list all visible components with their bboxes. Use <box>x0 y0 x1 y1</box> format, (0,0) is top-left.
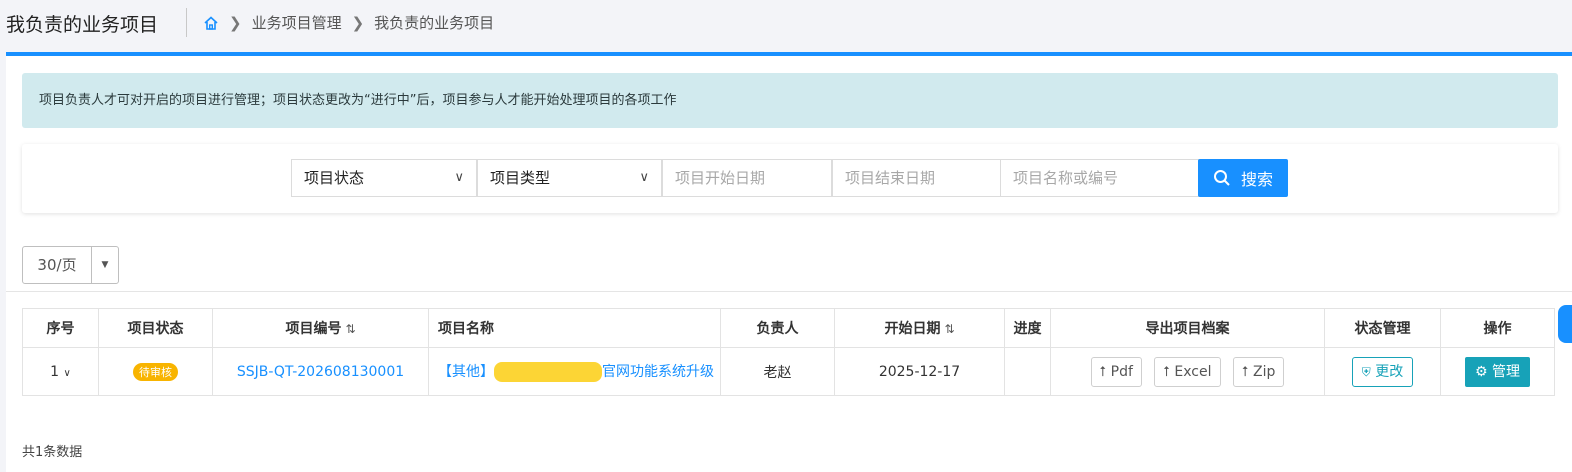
sort-icon[interactable]: ⇅ <box>944 322 954 336</box>
search-button[interactable]: 搜索 <box>1198 159 1288 197</box>
page-size-select[interactable]: 30/页 ▼ <box>22 246 119 284</box>
status-cell: 待审核 <box>98 347 213 396</box>
breadcrumb-item-current: 我负责的业务项目 <box>374 14 495 32</box>
status-select[interactable]: 项目状态 ∨ <box>291 159 477 197</box>
page-size-value: 30/页 <box>23 247 92 283</box>
start-date-cell: 2025-12-17 <box>834 347 1005 396</box>
export-icon: ⭡ <box>1099 363 1107 380</box>
home-icon[interactable] <box>203 15 219 31</box>
actions-cell: ⚙ 管理 <box>1440 347 1555 396</box>
col-status-manage: 状态管理 <box>1324 308 1441 348</box>
caret-down-icon[interactable]: ▼ <box>92 247 118 283</box>
export-zip-button[interactable]: ⭡ Zip <box>1232 356 1285 387</box>
end-date-input[interactable]: 项目结束日期 <box>832 159 1001 197</box>
col-name: 项目名称 <box>428 308 721 348</box>
chevron-right-icon: ❯ <box>351 13 365 32</box>
top-bar: 我负责的业务项目 ❯ 业务项目管理 ❯ 我负责的业务项目 <box>0 0 1572 46</box>
breadcrumb-item-project-management[interactable]: 业务项目管理 <box>252 12 342 33</box>
status-manage-cell: ⛨ 更改 <box>1324 347 1441 396</box>
col-status: 项目状态 <box>98 308 213 348</box>
col-code[interactable]: 项目编号 ⇅ <box>212 308 429 348</box>
shield-icon: ⛨ <box>1361 364 1371 379</box>
owner-cell: 老赵 <box>720 347 835 396</box>
name-cell[interactable]: 【其他】 官网功能系统升级 <box>428 347 721 396</box>
redaction-mark <box>494 362 602 382</box>
col-start-date[interactable]: 开始日期 ⇅ <box>834 308 1005 348</box>
row-index: 1 <box>50 363 60 380</box>
export-zip-label: Zip <box>1253 363 1276 380</box>
export-excel-label: Excel <box>1174 363 1212 380</box>
col-start-date-label: 开始日期 <box>884 321 941 337</box>
col-actions: 操作 <box>1440 308 1555 348</box>
col-index: 序号 <box>22 308 99 348</box>
export-pdf-button[interactable]: ⭡ Pdf <box>1090 356 1142 387</box>
change-status-label: 更改 <box>1375 363 1404 380</box>
search-icon <box>1213 170 1230 186</box>
project-code-link[interactable]: SSJB-QT-202608130001 <box>237 364 404 380</box>
notice-banner: 项目负责人才可对开启的项目进行管理；项目状态更改为“进行中”后，项目参与人才能开… <box>22 73 1558 128</box>
main-panel: 项目负责人才可对开启的项目进行管理；项目状态更改为“进行中”后，项目参与人才能开… <box>6 52 1572 472</box>
export-icon: ⭡ <box>1163 363 1170 380</box>
start-date-input[interactable]: 项目开始日期 <box>662 159 832 197</box>
breadcrumb: ❯ 业务项目管理 ❯ 我负责的业务项目 <box>203 12 494 33</box>
col-progress: 进度 <box>1004 308 1051 348</box>
export-excel-button[interactable]: ⭡ Excel <box>1154 356 1221 387</box>
table-header-row: 序号 项目状态 项目编号 ⇅ 项目名称 负责人 开始日期 ⇅ 进度 导出项目档案 状… <box>22 308 1555 348</box>
manage-label: 管理 <box>1492 363 1520 380</box>
title-divider <box>186 8 187 37</box>
chevron-down-icon[interactable]: ∨ <box>64 368 71 379</box>
page-title: 我负责的业务项目 <box>6 14 159 36</box>
col-export: 导出项目档案 <box>1050 308 1325 348</box>
manage-button[interactable]: ⚙ 管理 <box>1464 356 1530 387</box>
change-status-button[interactable]: ⛨ 更改 <box>1351 356 1414 387</box>
status-select-label: 项目状态 <box>304 169 365 187</box>
side-drawer-tab[interactable] <box>1558 305 1572 343</box>
chevron-down-icon: ∨ <box>639 170 649 185</box>
filter-bar: 项目状态 ∨ 项目类型 ∨ 项目开始日期 项目结束日期 项目名称或编号 搜索 <box>22 144 1558 213</box>
type-select[interactable]: 项目类型 ∨ <box>477 159 662 197</box>
col-code-label: 项目编号 <box>285 321 342 337</box>
project-name-prefix[interactable]: 【其他】 <box>438 364 494 380</box>
code-cell[interactable]: SSJB-QT-202608130001 <box>212 347 429 396</box>
project-name-suffix[interactable]: 官网功能系统升级 <box>602 364 714 380</box>
export-icon: ⭡ <box>1241 363 1249 380</box>
record-count: 共1条数据 <box>22 445 83 460</box>
search-button-label: 搜索 <box>1240 170 1273 189</box>
table-row: 1 ∨ 待审核 SSJB-QT-202608130001 【其他】 官网功能系统升… <box>22 347 1555 396</box>
gear-icon: ⚙ <box>1474 363 1488 380</box>
chevron-right-icon: ❯ <box>229 13 242 32</box>
chevron-down-icon: ∨ <box>454 170 464 185</box>
export-cell: ⭡ Pdf ⭡ Excel ⭡ Zip <box>1050 347 1325 396</box>
keyword-input[interactable]: 项目名称或编号 <box>1000 159 1199 197</box>
row-index-cell[interactable]: 1 ∨ <box>22 347 99 396</box>
project-table: 序号 项目状态 项目编号 ⇅ 项目名称 负责人 开始日期 ⇅ 进度 导出项目档案 状… <box>22 308 1555 396</box>
col-owner: 负责人 <box>720 308 835 348</box>
status-badge: 待审核 <box>133 362 178 381</box>
progress-cell <box>1004 347 1051 396</box>
export-pdf-label: Pdf <box>1110 363 1133 380</box>
divider <box>6 291 1572 292</box>
type-select-label: 项目类型 <box>490 169 551 187</box>
sort-icon[interactable]: ⇅ <box>345 322 355 336</box>
